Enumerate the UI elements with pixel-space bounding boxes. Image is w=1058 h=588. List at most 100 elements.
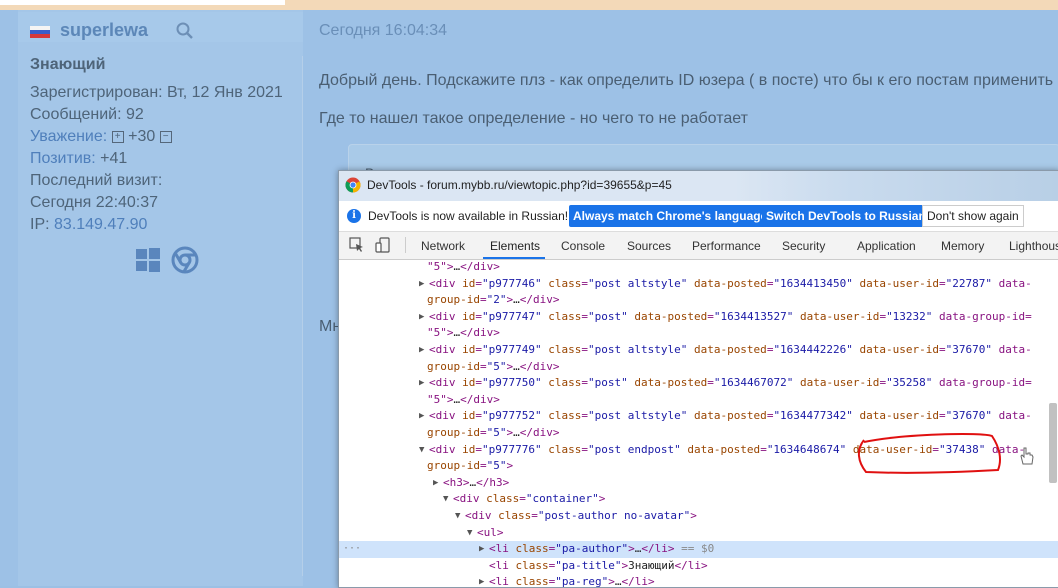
dom-tree-line[interactable]: ▶ ··· <li class="pa-author">…</li> == $0 — [339, 541, 1058, 558]
respect-label[interactable]: Уважение: — [30, 128, 107, 145]
dom-tree-text: <div class="container"> — [453, 492, 606, 506]
tab-memory[interactable]: Memory — [941, 239, 984, 253]
expand-triangle-icon[interactable]: ▶ — [479, 541, 484, 558]
dom-tree-text: <ul> — [477, 525, 504, 539]
chrome-icon — [171, 246, 199, 274]
column-divider — [302, 56, 303, 576]
tab-performance[interactable]: Performance — [692, 239, 761, 253]
collapse-triangle-icon[interactable]: ▼ — [455, 508, 460, 525]
collapse-triangle-icon[interactable]: ▼ — [467, 525, 472, 542]
positive-label[interactable]: Позитив: — [30, 150, 96, 167]
match-language-button[interactable]: Always match Chrome's language — [569, 205, 772, 227]
russia-flag-icon — [30, 26, 50, 38]
ip-label: IP: — [30, 216, 50, 233]
plus-icon[interactable]: + — [111, 130, 124, 143]
post-text-line1: Добрый день. Подскажите плз - как опреде… — [319, 72, 1054, 89]
dom-tree-line[interactable]: "5">…</div> — [339, 259, 1058, 276]
dom-tree-text: <h3>…</h3> — [443, 475, 510, 489]
post-text-line2: Где то нашел такое определение - но чего… — [319, 110, 748, 127]
dom-tree-line[interactable]: "5">…</div> — [339, 325, 1058, 342]
collapse-triangle-icon[interactable]: ▼ — [443, 491, 448, 508]
devtools-titlebar[interactable]: DevTools - forum.mybb.ru/viewtopic.php?i… — [339, 171, 1058, 201]
dom-tree-text: group-id="5"> — [427, 459, 514, 473]
windows-icon — [136, 248, 160, 272]
red-circle-annotation — [858, 433, 1001, 474]
user-title: Знающий — [30, 56, 106, 73]
dom-tree-text: "5">…</div> — [427, 392, 500, 406]
dom-tree-line[interactable]: ▶ <div id="p977752" class="post altstyle"… — [339, 408, 1058, 425]
dom-tree-text: <li class="pa-title">Знающий</li> — [489, 558, 708, 572]
dom-tree-text: <div id="p977749" class="post altstyle" … — [429, 342, 1032, 356]
dom-tree-line[interactable]: ▼ <div class="post-author no-avatar"> — [339, 508, 1058, 525]
expand-triangle-icon[interactable]: ▶ — [419, 342, 424, 359]
chrome-logo-icon — [345, 177, 361, 193]
devtools-title: DevTools - forum.mybb.ru/viewtopic.php?i… — [367, 178, 672, 192]
post-body: Добрый день. Подскажите плз - как опреде… — [319, 62, 1053, 138]
collapse-triangle-icon[interactable]: ▼ — [419, 442, 424, 459]
tab-elements[interactable]: Elements — [490, 239, 540, 253]
expand-triangle-icon[interactable]: ▶ — [419, 408, 424, 425]
dom-tree-text: <div id="p977750" class="post" data-post… — [429, 376, 1032, 390]
expand-triangle-icon[interactable]: ▶ — [419, 276, 424, 293]
tab-application[interactable]: Application — [857, 239, 916, 253]
page-top-stripe — [0, 0, 1058, 10]
positive-row: Позитив: +41 — [30, 148, 283, 170]
dont-show-button[interactable]: Don't show again — [922, 205, 1024, 227]
toolbar-separator — [405, 237, 406, 253]
more-options-icon[interactable]: ··· — [343, 541, 361, 558]
dom-tree-line[interactable]: <li class="pa-title">Знающий</li> — [339, 558, 1058, 575]
dom-tree-text: <div class="post-author no-avatar"> — [465, 508, 697, 522]
dom-tree-line[interactable]: ▶ <div id="p977750" class="post" data-pos… — [339, 375, 1058, 392]
dom-tree-text: <li class="pa-author">…</li> == $0 — [489, 542, 715, 556]
dom-tree-line[interactable]: ▶ <div id="p977749" class="post altstyle"… — [339, 342, 1058, 359]
inspect-element-icon[interactable] — [349, 237, 365, 253]
device-toolbar-icon[interactable] — [375, 237, 391, 253]
devtools-window: DevTools - forum.mybb.ru/viewtopic.php?i… — [338, 170, 1058, 588]
expand-triangle-icon[interactable]: ▶ — [433, 475, 438, 492]
tab-sources[interactable]: Sources — [627, 239, 671, 253]
dom-tree-text: <div id="p977746" class="post altstyle" … — [429, 276, 1032, 290]
dom-tree-line[interactable]: ▼ <ul> — [339, 525, 1058, 542]
dom-tree-line[interactable]: ▶ <div id="p977746" class="post altstyle"… — [339, 276, 1058, 293]
user-header: superlewa — [18, 12, 303, 42]
expand-triangle-icon[interactable]: ▶ — [419, 309, 424, 326]
dom-tree-text: <div id="p977752" class="post altstyle" … — [429, 409, 1032, 423]
message-count: Сообщений: 92 — [30, 106, 144, 123]
top-white-bar — [0, 0, 285, 5]
info-icon: i — [347, 209, 361, 223]
cursor-hand-icon — [1020, 447, 1034, 465]
infobar-text: DevTools is now available in Russian! — [368, 209, 569, 223]
tab-security[interactable]: Security — [782, 239, 825, 253]
dom-tree-text: group-id="2">…</div> — [427, 293, 560, 307]
elements-scrollbar[interactable] — [1049, 403, 1057, 483]
tab-console[interactable]: Console — [561, 239, 605, 253]
switch-russian-button[interactable]: Switch DevTools to Russian — [762, 205, 930, 227]
expand-triangle-icon[interactable]: ▶ — [419, 375, 424, 392]
dom-tree-line[interactable]: group-id="2">…</div> — [339, 292, 1058, 309]
dom-tree-text: "5">…</div> — [427, 326, 500, 340]
registered-date: Зарегистрирован: Вт, 12 Янв 2021 — [30, 84, 283, 101]
ip-link[interactable]: 83.149.47.90 — [54, 216, 147, 233]
tab-lighthouse[interactable]: Lighthouse — [1009, 239, 1058, 253]
last-visit-value: Сегодня 22:40:37 — [30, 194, 159, 211]
respect-value: +30 — [128, 128, 156, 145]
last-visit-label: Последний визит: — [30, 172, 163, 189]
tab-network[interactable]: Network — [421, 239, 465, 253]
language-infobar: i DevTools is now available in Russian! … — [339, 201, 1058, 232]
dom-tree-text: <div id="p977747" class="post" data-post… — [429, 309, 1032, 323]
username-link[interactable]: superlewa — [60, 20, 148, 41]
devtools-tabbar: Network Elements Console Sources Perform… — [339, 232, 1058, 260]
user-info: Знающий Зарегистрирован: Вт, 12 Янв 2021… — [30, 54, 283, 236]
search-icon[interactable] — [176, 22, 194, 40]
os-browser-icons — [135, 246, 199, 274]
positive-value: +41 — [100, 150, 128, 167]
dom-tree-text: "5">…</div> — [427, 260, 500, 273]
dom-tree-text: group-id="5">…</div> — [427, 425, 560, 439]
minus-icon[interactable]: − — [159, 130, 172, 143]
dom-tree-line[interactable]: "5">…</div> — [339, 392, 1058, 409]
dom-tree-line[interactable]: group-id="5">…</div> — [339, 359, 1058, 376]
dom-tree-line[interactable]: ▼ <div class="container"> — [339, 491, 1058, 508]
dom-tree-text: group-id="5">…</div> — [427, 359, 560, 373]
dom-tree-line[interactable]: ▶ <div id="p977747" class="post" data-pos… — [339, 309, 1058, 326]
post-timestamp: Сегодня 16:04:34 — [319, 22, 448, 39]
